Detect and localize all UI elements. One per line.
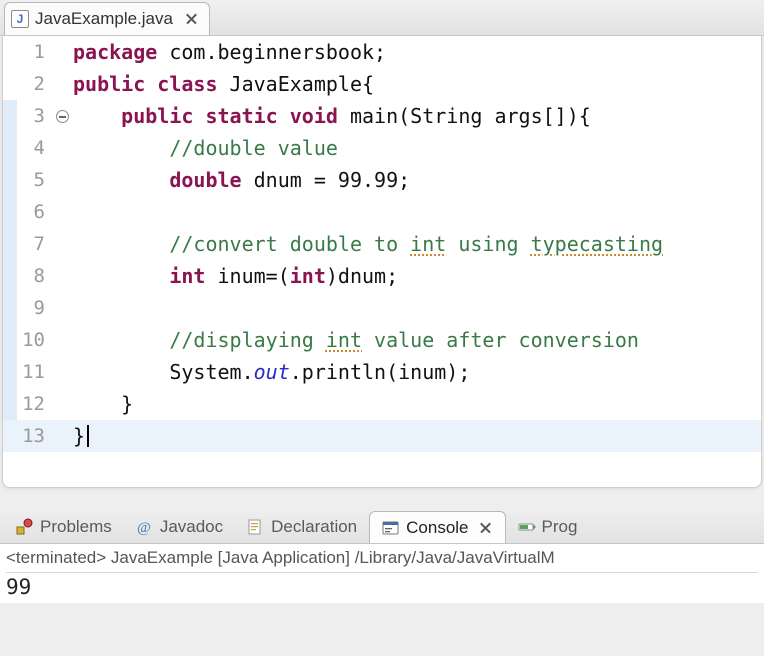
console-output: 99 — [6, 575, 758, 599]
progress-icon — [518, 518, 536, 536]
tab-label: Problems — [40, 517, 112, 537]
line-number: 9 — [17, 292, 51, 324]
line-number: 10 — [17, 324, 51, 356]
editor-tab-bar: J JavaExample.java — [0, 0, 764, 36]
code-text[interactable]: public static void main(String args[]){ — [73, 100, 761, 132]
marker-gutter[interactable] — [51, 324, 73, 356]
collapse-icon[interactable] — [56, 110, 69, 123]
code-text[interactable]: package com.beginnersbook; — [73, 36, 761, 68]
line-number: 2 — [17, 68, 51, 100]
declaration-icon — [247, 518, 265, 536]
marker-gutter[interactable] — [51, 36, 73, 68]
tab-declaration[interactable]: Declaration — [235, 511, 369, 543]
line-number: 3 — [17, 100, 51, 132]
panel-tab-bar: Problems @ Javadoc Declaration Console P… — [0, 510, 764, 544]
line-number: 4 — [17, 132, 51, 164]
marker-gutter[interactable] — [51, 356, 73, 388]
editor-tab[interactable]: J JavaExample.java — [4, 2, 210, 35]
marker-gutter[interactable] — [51, 420, 73, 452]
code-text[interactable]: public class JavaExample{ — [73, 68, 761, 100]
close-icon[interactable] — [185, 12, 199, 26]
code-line[interactable]: 4 //double value — [3, 132, 761, 164]
javadoc-icon: @ — [136, 518, 154, 536]
bottom-panel: Problems @ Javadoc Declaration Console P… — [0, 510, 764, 603]
fold-gutter — [3, 196, 17, 228]
code-line[interactable]: 10 //displaying int value after conversi… — [3, 324, 761, 356]
line-number: 12 — [17, 388, 51, 420]
code-text[interactable]: System.out.println(inum); — [73, 356, 761, 388]
code-line[interactable]: 8 int inum=(int)dnum; — [3, 260, 761, 292]
marker-gutter[interactable] — [51, 132, 73, 164]
marker-gutter[interactable] — [51, 100, 73, 132]
marker-gutter[interactable] — [51, 228, 73, 260]
tab-label: Console — [406, 518, 468, 538]
console-icon — [382, 519, 400, 537]
java-file-icon: J — [11, 10, 29, 28]
code-line[interactable]: 13} — [3, 420, 761, 452]
code-text[interactable] — [73, 292, 761, 324]
line-number: 7 — [17, 228, 51, 260]
fold-gutter — [3, 68, 17, 100]
tab-label: Prog — [542, 517, 578, 537]
code-line[interactable]: 5 double dnum = 99.99; — [3, 164, 761, 196]
console-body: <terminated> JavaExample [Java Applicati… — [0, 544, 764, 603]
marker-gutter[interactable] — [51, 388, 73, 420]
line-number: 1 — [17, 36, 51, 68]
fold-gutter — [3, 260, 17, 292]
marker-gutter[interactable] — [51, 196, 73, 228]
fold-gutter — [3, 228, 17, 260]
tab-problems[interactable]: Problems — [4, 511, 124, 543]
code-line[interactable]: 7 //convert double to int using typecast… — [3, 228, 761, 260]
code-line[interactable]: 1 package com.beginnersbook; — [3, 36, 761, 68]
tab-progress[interactable]: Prog — [506, 511, 590, 543]
code-text[interactable]: int inum=(int)dnum; — [73, 260, 761, 292]
line-number: 13 — [17, 420, 51, 452]
marker-gutter[interactable] — [51, 164, 73, 196]
code-line[interactable]: 11 System.out.println(inum); — [3, 356, 761, 388]
line-number: 5 — [17, 164, 51, 196]
marker-gutter[interactable] — [51, 68, 73, 100]
fold-gutter — [3, 420, 17, 452]
problems-icon — [16, 518, 34, 536]
code-line[interactable]: 6 — [3, 196, 761, 228]
editor-tab-title: JavaExample.java — [35, 9, 173, 29]
fold-gutter — [3, 164, 17, 196]
fold-gutter — [3, 324, 17, 356]
fold-gutter — [3, 36, 17, 68]
code-editor[interactable]: 1 package com.beginnersbook; 2 public class… — [2, 36, 762, 488]
line-number: 11 — [17, 356, 51, 388]
close-icon[interactable] — [479, 521, 493, 535]
line-number: 8 — [17, 260, 51, 292]
tab-console[interactable]: Console — [369, 511, 505, 543]
console-status: <terminated> JavaExample [Java Applicati… — [6, 548, 758, 573]
svg-text:@: @ — [137, 520, 151, 536]
code-text[interactable]: } — [73, 420, 761, 452]
line-number: 6 — [17, 196, 51, 228]
code-text[interactable]: //double value — [73, 132, 761, 164]
code-text[interactable]: //convert double to int using typecastin… — [73, 228, 761, 260]
code-text[interactable]: //displaying int value after conversion — [73, 324, 761, 356]
fold-gutter — [3, 132, 17, 164]
tab-label: Declaration — [271, 517, 357, 537]
fold-gutter — [3, 388, 17, 420]
code-line[interactable]: 12 } — [3, 388, 761, 420]
code-text[interactable] — [73, 196, 761, 228]
marker-gutter[interactable] — [51, 260, 73, 292]
code-line[interactable]: 2 public class JavaExample{ — [3, 68, 761, 100]
fold-gutter — [3, 292, 17, 324]
fold-gutter — [3, 356, 17, 388]
code-text[interactable]: } — [73, 388, 761, 420]
code-line[interactable]: 3 public static void main(String args[])… — [3, 100, 761, 132]
fold-gutter — [3, 100, 17, 132]
tab-label: Javadoc — [160, 517, 223, 537]
tab-javadoc[interactable]: @ Javadoc — [124, 511, 235, 543]
marker-gutter[interactable] — [51, 292, 73, 324]
code-text[interactable]: double dnum = 99.99; — [73, 164, 761, 196]
code-line[interactable]: 9 — [3, 292, 761, 324]
